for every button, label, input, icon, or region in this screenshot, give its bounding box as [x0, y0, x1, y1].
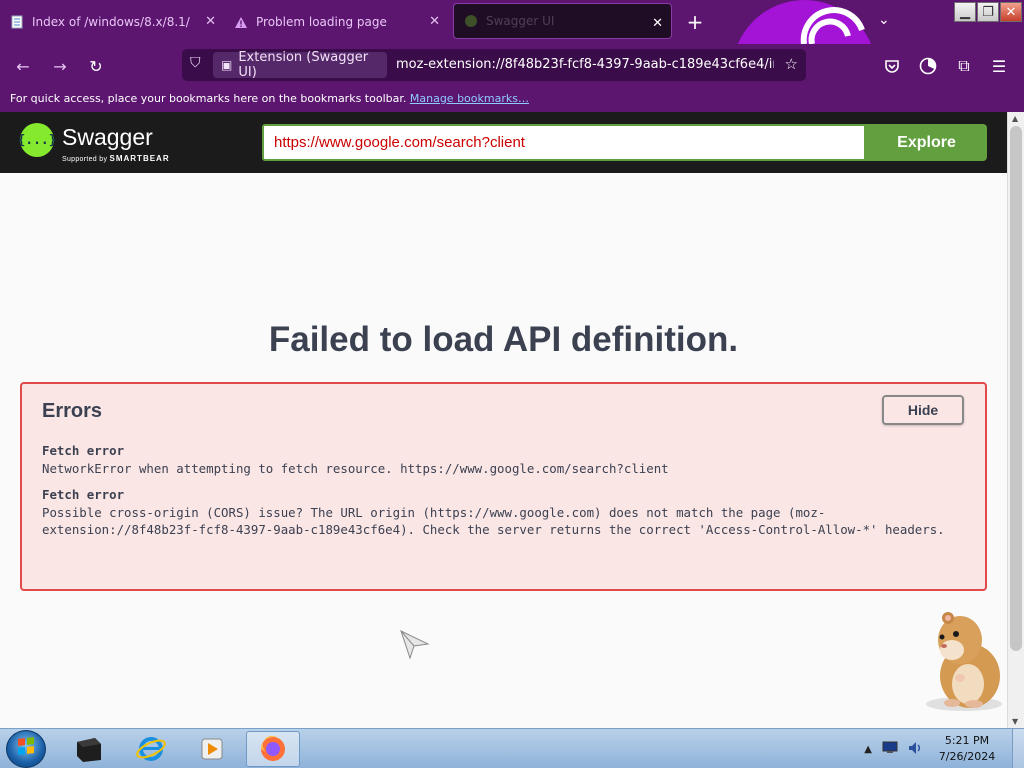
bookmarks-toolbar: For quick access, place your bookmarks h… [0, 86, 1024, 112]
list-all-tabs-button[interactable]: ⌄ [878, 12, 890, 28]
start-button[interactable] [6, 730, 46, 768]
internet-explorer-icon[interactable] [124, 731, 178, 767]
browser-tab-strip: Index of /windows/8.x/8.1/ ✕ Problem loa… [0, 0, 1024, 44]
theme-decoration [732, 0, 877, 44]
new-tab-button[interactable]: + [684, 10, 706, 34]
error-title: Fetch error [42, 487, 125, 502]
hamster-mascot-image [926, 612, 1002, 711]
extension-chip-label: Extension (Swagger UI) [238, 50, 369, 80]
window-controls: ▁ ❐ ✕ [954, 2, 1022, 22]
swagger-brand: Swagger [62, 124, 153, 150]
navigation-toolbar: ← → ↻ ⛉ ▣ Extension (Swagger UI) moz-ext… [0, 44, 1024, 86]
show-hidden-icons-icon[interactable]: ▲ [864, 744, 872, 755]
system-tray: ▲ 5:21 PM 7/26/2024 [864, 729, 1024, 768]
extensions-icon[interactable]: ⧉ [953, 55, 975, 77]
error-item: Fetch error Possible cross-origin (CORS)… [42, 486, 962, 539]
errors-heading: Errors [42, 400, 103, 422]
error-message: NetworkError when attempting to fetch re… [42, 460, 669, 476]
windows-taskbar: ▲ 5:21 PM 7/26/2024 [0, 728, 1024, 768]
scrollbar-thumb[interactable] [1010, 126, 1022, 651]
account-icon[interactable] [917, 55, 939, 77]
network-icon[interactable] [882, 741, 898, 757]
clock-date: 7/26/2024 [938, 750, 996, 763]
mouse-pointer-icon [400, 630, 430, 660]
tab-title: Swagger UI [486, 14, 555, 28]
spec-url-input[interactable] [262, 124, 866, 161]
back-icon[interactable]: ← [12, 55, 34, 77]
scroll-up-arrow-icon[interactable]: ▲ [1012, 114, 1018, 123]
scroll-down-arrow-icon[interactable]: ▼ [1012, 717, 1018, 726]
minimize-button[interactable]: ▁ [954, 2, 976, 22]
terminal-icon[interactable] [62, 731, 116, 767]
bookmark-star-icon[interactable]: ☆ [785, 55, 798, 73]
pocket-icon[interactable] [881, 55, 903, 77]
explore-button[interactable]: Explore [866, 124, 987, 161]
swagger-favicon-icon [464, 14, 478, 28]
close-tab-icon[interactable]: ✕ [652, 16, 663, 31]
error-title: Fetch error [42, 443, 125, 458]
close-window-button[interactable]: ✕ [1000, 2, 1022, 22]
media-player-icon[interactable] [185, 731, 239, 767]
errors-panel: Errors Hide Fetch error NetworkError whe… [20, 382, 987, 591]
swagger-logo-icon[interactable]: {...} [17, 123, 57, 157]
menu-hamburger-icon[interactable]: ☰ [988, 55, 1010, 77]
reload-icon[interactable]: ↻ [85, 55, 107, 77]
url-bar[interactable]: ⛉ ▣ Extension (Swagger UI) moz-extension… [182, 49, 806, 81]
document-icon [10, 15, 24, 29]
extension-identity-chip[interactable]: ▣ Extension (Swagger UI) [213, 50, 387, 80]
tab-swagger-ui[interactable]: Swagger UI ✕ [453, 3, 672, 39]
close-tab-icon[interactable]: ✕ [205, 14, 216, 29]
show-desktop-button[interactable] [1012, 729, 1024, 768]
restore-button[interactable]: ❐ [977, 2, 999, 22]
firefox-icon[interactable] [246, 731, 300, 767]
tracking-protection-shield-icon[interactable]: ⛉ [190, 55, 201, 71]
url-text[interactable]: moz-extension://8f48b23f-fcf8-4397-9aab-… [396, 57, 774, 72]
close-tab-icon[interactable]: ✕ [429, 14, 440, 29]
tab-title: Index of /windows/8.x/8.1/ [32, 15, 190, 29]
tab-index-windows[interactable]: Index of /windows/8.x/8.1/ ✕ [0, 2, 224, 42]
bookmarks-hint-text: For quick access, place your bookmarks h… [10, 92, 407, 105]
error-item: Fetch error NetworkError when attempting… [42, 442, 962, 477]
clock-time: 5:21 PM [944, 734, 990, 747]
warning-icon [234, 15, 248, 29]
forward-icon[interactable]: → [49, 55, 71, 77]
error-message: Possible cross-origin (CORS) issue? The … [42, 504, 945, 538]
manage-bookmarks-link[interactable]: Manage bookmarks… [410, 92, 529, 105]
swagger-topbar: {...} Swagger Supported by SMARTBEAR Exp… [0, 112, 1007, 173]
volume-icon[interactable] [908, 741, 922, 758]
vertical-scrollbar[interactable]: ▲ ▼ [1007, 112, 1024, 728]
taskbar-clock[interactable]: 5:21 PM 7/26/2024 [932, 733, 1002, 765]
hide-errors-button[interactable]: Hide [882, 395, 964, 425]
failure-title: Failed to load API definition. [268, 320, 739, 359]
page-content: {...} Swagger Supported by SMARTBEAR Exp… [0, 112, 1007, 728]
extension-puzzle-icon: ▣ [221, 58, 233, 72]
tab-problem-loading[interactable]: Problem loading page ✕ [224, 2, 448, 42]
swagger-brand-subtitle: Supported by SMARTBEAR [62, 154, 170, 163]
tab-title: Problem loading page [256, 15, 387, 29]
